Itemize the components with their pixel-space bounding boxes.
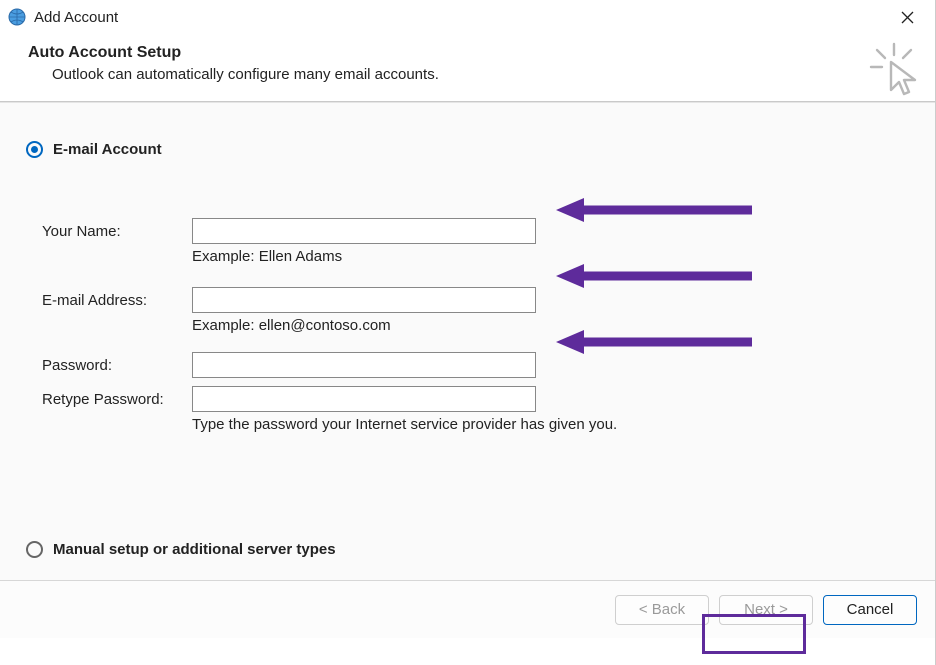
email-input[interactable]	[192, 287, 536, 313]
password-hint: Type the password your Internet service …	[192, 416, 935, 433]
name-input[interactable]	[192, 218, 536, 244]
password-row: Password:	[42, 352, 935, 378]
radio-selected-icon	[26, 141, 43, 158]
email-account-label: E-mail Account	[53, 141, 162, 158]
outlook-globe-icon	[8, 8, 26, 26]
click-cursor-icon	[869, 42, 919, 102]
wizard-header: Auto Account Setup Outlook can automatic…	[0, 34, 935, 101]
wizard-title: Auto Account Setup	[28, 44, 907, 62]
retype-row: Retype Password:	[42, 386, 935, 412]
name-hint: Example: Ellen Adams	[192, 248, 935, 265]
email-account-radio[interactable]: E-mail Account	[26, 141, 935, 158]
retype-input[interactable]	[192, 386, 536, 412]
close-button[interactable]	[887, 2, 927, 32]
name-row: Your Name:	[42, 218, 935, 244]
manual-setup-label: Manual setup or additional server types	[53, 541, 336, 558]
back-button: < Back	[615, 595, 709, 625]
next-button[interactable]: Next >	[719, 595, 813, 625]
password-label: Password:	[42, 357, 192, 374]
wizard-body: E-mail Account Your Name: Example: Ellen…	[0, 102, 935, 580]
email-label: E-mail Address:	[42, 292, 192, 309]
wizard-subtitle: Outlook can automatically configure many…	[52, 66, 907, 83]
password-input[interactable]	[192, 352, 536, 378]
add-account-dialog: Add Account Auto Account Setup Outlook c…	[0, 0, 936, 665]
window-title: Add Account	[34, 9, 118, 26]
email-row: E-mail Address:	[42, 287, 935, 313]
cancel-button[interactable]: Cancel	[823, 595, 917, 625]
radio-unselected-icon	[26, 541, 43, 558]
retype-label: Retype Password:	[42, 391, 192, 408]
titlebar: Add Account	[0, 0, 935, 34]
wizard-footer: < Back Next > Cancel	[0, 580, 935, 638]
email-account-form: Your Name: Example: Ellen Adams E-mail A…	[26, 218, 935, 433]
email-hint: Example: ellen@contoso.com	[192, 317, 935, 334]
name-label: Your Name:	[42, 223, 192, 240]
manual-setup-radio[interactable]: Manual setup or additional server types	[26, 541, 336, 558]
